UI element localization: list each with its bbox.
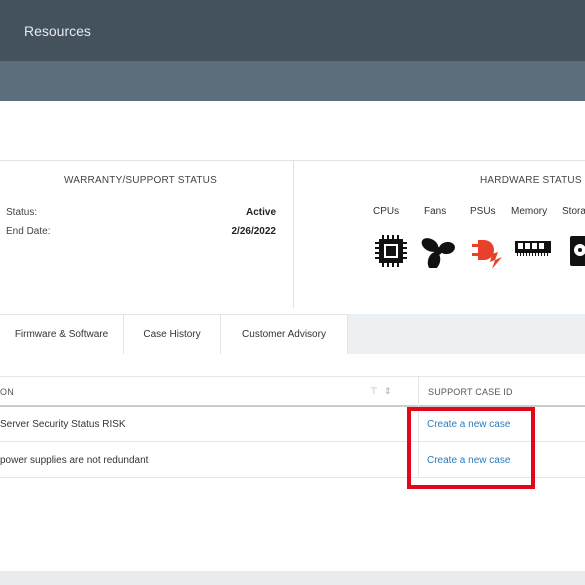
- tab-case-history[interactable]: Case History: [123, 314, 221, 354]
- section-title: Resources: [24, 23, 91, 39]
- footer-bar: [0, 571, 585, 585]
- status-label: Status:: [6, 207, 38, 218]
- tab-firmware-software[interactable]: Firmware & Software: [0, 314, 124, 354]
- hw-label-memory: Memory: [511, 206, 548, 217]
- sort-icon[interactable]: ⇕: [384, 386, 398, 396]
- column-header-support-case-id[interactable]: SUPPORT CASE ID: [428, 387, 513, 397]
- hw-label-cpus: CPUs: [373, 206, 400, 217]
- power-plug-warning-icon[interactable]: [470, 234, 506, 270]
- table-top-border: [0, 376, 585, 377]
- top-header-bar: Resources: [0, 0, 585, 61]
- filter-icon[interactable]: ⊤: [370, 386, 384, 396]
- hw-label-fans: Fans: [424, 206, 447, 217]
- column-header-description[interactable]: ON: [0, 387, 14, 397]
- sub-header-bar: [0, 61, 585, 101]
- fan-icon[interactable]: [420, 234, 456, 268]
- table-row-1-description: Server Security Status RISK: [0, 419, 126, 430]
- highlight-box: [407, 407, 535, 489]
- warranty-heading: WARRANTY/SUPPORT STATUS: [64, 175, 217, 186]
- table-row-2-description: power supplies are not redundant: [0, 455, 149, 466]
- end-date-value: 2/26/2022: [231, 226, 277, 237]
- tab-customer-advisory[interactable]: Customer Advisory: [220, 314, 348, 354]
- cpu-icon[interactable]: [374, 234, 408, 268]
- hw-label-psus: PSUs: [470, 206, 496, 217]
- filter-sort-icons[interactable]: ⊤⇕: [370, 386, 397, 397]
- hardware-heading: HARDWARE STATUS: [480, 175, 582, 186]
- storage-icon[interactable]: [569, 234, 585, 268]
- hw-label-storage: Stora: [562, 206, 585, 217]
- memory-icon[interactable]: [514, 234, 552, 256]
- end-date-label: End Date:: [6, 226, 51, 237]
- panel-divider: [293, 160, 294, 308]
- status-value: Active: [245, 207, 276, 218]
